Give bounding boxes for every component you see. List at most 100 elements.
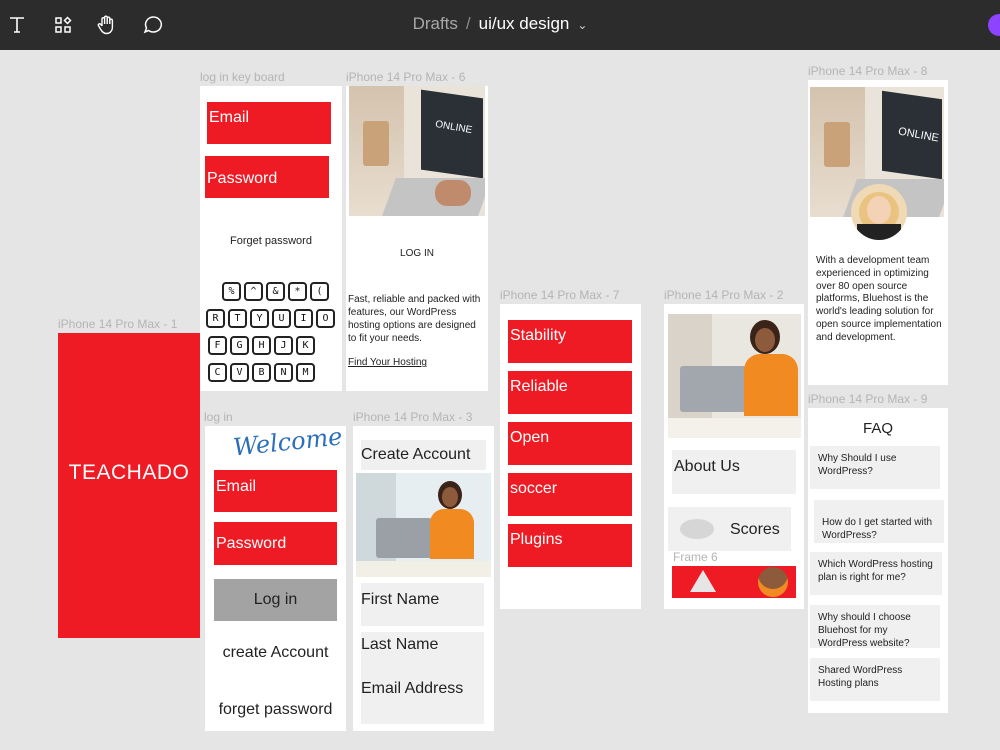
keyboard-key: O <box>316 309 335 328</box>
faq-item-why-bluehost[interactable]: Why should I choose Bluehost for my Word… <box>810 605 940 649</box>
triangle-icon <box>690 570 716 592</box>
toggle-icon <box>680 519 714 539</box>
plugins-button[interactable]: Plugins <box>508 524 632 567</box>
laptop <box>680 366 746 412</box>
student-photo <box>668 314 801 438</box>
create-account-header[interactable]: Create Account <box>361 440 486 470</box>
desk <box>668 418 801 438</box>
keyboard-key: H <box>252 336 271 355</box>
scores-button[interactable]: Scores <box>668 507 791 551</box>
email-field[interactable]: Email <box>214 470 337 512</box>
orange-shirt <box>744 354 798 416</box>
open-button[interactable]: Open <box>508 422 632 465</box>
soccer-button[interactable]: soccer <box>508 473 632 516</box>
forget-password-link[interactable]: forget password <box>205 701 346 719</box>
keyboard-key: K <box>296 336 315 355</box>
breadcrumb-parent[interactable]: Drafts <box>413 14 458 33</box>
keyboard-key: ( <box>310 282 329 301</box>
reliable-button[interactable]: Reliable <box>508 371 632 414</box>
keyboard-key: T <box>228 309 247 328</box>
keyboard-key: F <box>208 336 227 355</box>
frame-iphone-1[interactable]: TEACHADO <box>58 333 200 638</box>
keyboard-key: Y <box>250 309 269 328</box>
face <box>755 328 775 352</box>
frame-label-f6[interactable]: iPhone 14 Pro Max - 6 <box>346 70 465 84</box>
keyboard-key: G <box>230 336 249 355</box>
frame-6[interactable] <box>672 566 796 598</box>
avatar <box>758 567 788 597</box>
frame-iphone-3[interactable]: Create Account First Name Last Name Emai… <box>353 426 494 731</box>
frame-label-f1[interactable]: iPhone 14 Pro Max - 1 <box>58 317 177 331</box>
keyboard-key: * <box>288 282 307 301</box>
frame-label-f9[interactable]: iPhone 14 Pro Max - 9 <box>808 392 927 406</box>
chevron-down-icon[interactable]: ⌄ <box>577 18 587 32</box>
frame-iphone-6[interactable]: ONLINE LOG IN Fast, reliable and packed … <box>346 86 488 391</box>
stability-button[interactable]: Stability <box>508 320 632 363</box>
top-toolbar: Drafts / ui/ux design ⌄ <box>0 0 1000 50</box>
keyboard-key: R <box>206 309 225 328</box>
faq-item-which-plan[interactable]: Which WordPress hosting plan is right fo… <box>810 552 942 595</box>
pencil-cup <box>824 122 850 167</box>
name-email-group: Last Name Email Address <box>361 632 484 724</box>
keyboard-key: N <box>274 363 293 382</box>
welcome-script: Welcome <box>231 426 344 462</box>
keyboard-key: & <box>266 282 285 301</box>
breadcrumb-separator: / <box>465 14 471 33</box>
frame-label-f3[interactable]: iPhone 14 Pro Max - 3 <box>353 410 472 424</box>
face <box>442 487 458 507</box>
find-hosting-link[interactable]: Find Your Hosting <box>348 357 427 368</box>
avatar <box>851 184 907 240</box>
frame-iphone-7[interactable]: Stability Reliable Open soccer Plugins <box>500 304 641 609</box>
frame-iphone-8[interactable]: ONLINE With a development team experienc… <box>808 80 948 385</box>
password-field[interactable]: Password <box>214 522 337 565</box>
pencil-cup <box>363 121 389 166</box>
keyboard-key: I <box>294 309 313 328</box>
faq-title: FAQ <box>862 420 893 437</box>
keyboard-key: B <box>252 363 271 382</box>
frame-iphone-9[interactable]: FAQ Why Should I use WordPress? How do I… <box>808 408 948 713</box>
email-field[interactable]: Email <box>207 102 331 144</box>
frame-iphone-2[interactable]: About Us Scores Frame 6 <box>664 304 804 609</box>
frame-label-f8[interactable]: iPhone 14 Pro Max - 8 <box>808 64 927 78</box>
frame-label-frame6[interactable]: Frame 6 <box>673 550 718 564</box>
keyboard-key: U <box>272 309 291 328</box>
design-canvas[interactable]: iPhone 14 Pro Max - 1 TEACHADO log in ke… <box>0 50 1000 750</box>
laptop-photo: ONLINE <box>349 86 485 216</box>
first-name-field[interactable]: First Name <box>361 583 484 626</box>
password-field[interactable]: Password <box>205 156 329 198</box>
frame-label-login-keyboard[interactable]: log in key board <box>200 70 285 84</box>
forget-password-link[interactable]: Forget password <box>200 235 342 247</box>
student-photo <box>356 473 491 577</box>
orange-shirt <box>430 509 474 559</box>
app-title: TEACHADO <box>68 461 190 484</box>
faq-item-why-wordpress[interactable]: Why Should I use WordPress? <box>810 446 940 489</box>
keyboard-key: V <box>230 363 249 382</box>
keyboard-image: % ^ & *(R T Y U I O F G H J K C V B N M <box>200 282 342 390</box>
keyboard-key: C <box>208 363 227 382</box>
login-button[interactable]: Log in <box>214 579 337 621</box>
file-name[interactable]: ui/ux design <box>479 14 570 33</box>
faq-item-which-plan-text: Which WordPress hosting plan is right fo… <box>818 559 933 583</box>
login-heading[interactable]: LOG IN <box>346 248 488 259</box>
frame-login[interactable]: Welcome Email Password Log in create Acc… <box>205 426 346 731</box>
faq-item-shared-hosting[interactable]: Shared WordPress Hosting plans <box>810 658 940 701</box>
keyboard-key: % <box>222 282 241 301</box>
last-name-field[interactable]: Last Name <box>361 636 438 654</box>
frame-label-f2[interactable]: iPhone 14 Pro Max - 2 <box>664 288 783 302</box>
faq-item-get-started[interactable]: How do I get started with WordPress? <box>814 500 944 543</box>
laptop <box>376 518 432 558</box>
laptop-screen <box>421 89 483 179</box>
create-account-link[interactable]: create Account <box>205 644 346 662</box>
face <box>867 196 891 224</box>
email-address-field[interactable]: Email Address <box>361 680 463 698</box>
frame-label-login[interactable]: log in <box>204 410 233 424</box>
hand <box>435 180 471 206</box>
bluehost-description: With a development team experienced in o… <box>816 255 942 343</box>
black-top <box>857 224 901 240</box>
frame-login-keyboard[interactable]: Email Password Forget password % ^ & *( R T Y U… <box>200 86 342 391</box>
keyboard-key: ^ <box>244 282 263 301</box>
keyboard-key: J <box>274 336 293 355</box>
about-us-button[interactable]: About Us <box>672 450 796 494</box>
frame-label-f7[interactable]: iPhone 14 Pro Max - 7 <box>500 288 619 302</box>
desk <box>356 561 491 577</box>
